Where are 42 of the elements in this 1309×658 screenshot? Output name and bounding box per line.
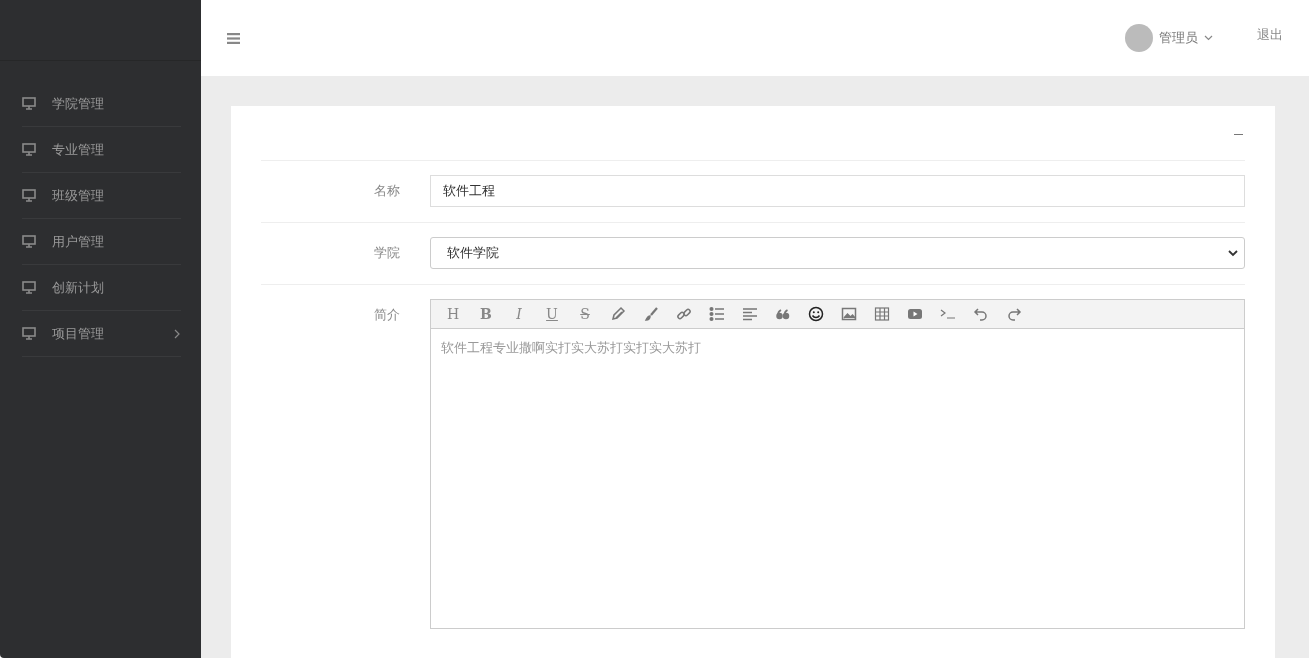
toolbar-button[interactable]: H xyxy=(443,306,463,322)
chevron-icon xyxy=(173,328,181,339)
monitor-icon xyxy=(22,327,36,340)
table-icon[interactable] xyxy=(874,306,890,322)
undo-icon[interactable] xyxy=(973,306,989,322)
user-menu[interactable]: 管理员 xyxy=(1105,24,1223,52)
field-label: 名称 xyxy=(373,182,401,200)
redo-icon[interactable] xyxy=(1006,306,1022,322)
field-label: 简介 xyxy=(373,306,401,324)
field-label: 学院 xyxy=(373,244,401,262)
pencil-icon[interactable] xyxy=(610,306,626,322)
image-icon[interactable] xyxy=(841,306,857,322)
chevron-down-icon xyxy=(1228,249,1238,257)
brush-icon[interactable] xyxy=(643,306,659,322)
monitor-icon xyxy=(22,235,36,248)
name-input[interactable]: 软件工程 xyxy=(430,175,1245,207)
sidebar-item[interactable]: 项目管理 xyxy=(22,311,181,357)
monitor-icon xyxy=(22,143,36,156)
toolbar-button[interactable]: S xyxy=(575,306,595,322)
sidebar-item[interactable]: 用户管理 xyxy=(22,219,181,265)
link-icon[interactable] xyxy=(676,306,692,322)
sidebar-item[interactable]: 学院管理 xyxy=(22,81,181,127)
monitor-icon xyxy=(22,281,36,294)
quote-icon[interactable] xyxy=(775,306,791,322)
sidebar-item[interactable]: 专业管理 xyxy=(22,127,181,173)
menu-icon[interactable] xyxy=(227,32,240,44)
toolbar-button[interactable]: B xyxy=(476,306,496,322)
bullet-list-icon[interactable] xyxy=(709,306,725,322)
intro-textarea[interactable]: 软件工程专业撒啊实打实大苏打实打实大苏打 xyxy=(430,329,1245,629)
video-icon[interactable] xyxy=(907,306,923,322)
align-left-icon[interactable] xyxy=(742,306,758,322)
caret-icon xyxy=(1204,35,1213,41)
monitor-icon xyxy=(22,189,36,202)
toolbar-button[interactable]: I xyxy=(509,306,529,322)
toolbar-button[interactable]: U xyxy=(542,306,562,322)
sidebar-item[interactable]: 创新计划 xyxy=(22,265,181,311)
logout-link[interactable]: 退出 xyxy=(1257,26,1283,44)
avatar-icon xyxy=(1125,24,1153,52)
college-select[interactable]: 软件学院 xyxy=(430,237,1245,269)
smiley-icon[interactable] xyxy=(808,306,824,322)
monitor-icon xyxy=(22,97,36,110)
sidebar-item[interactable]: 班级管理 xyxy=(22,173,181,219)
